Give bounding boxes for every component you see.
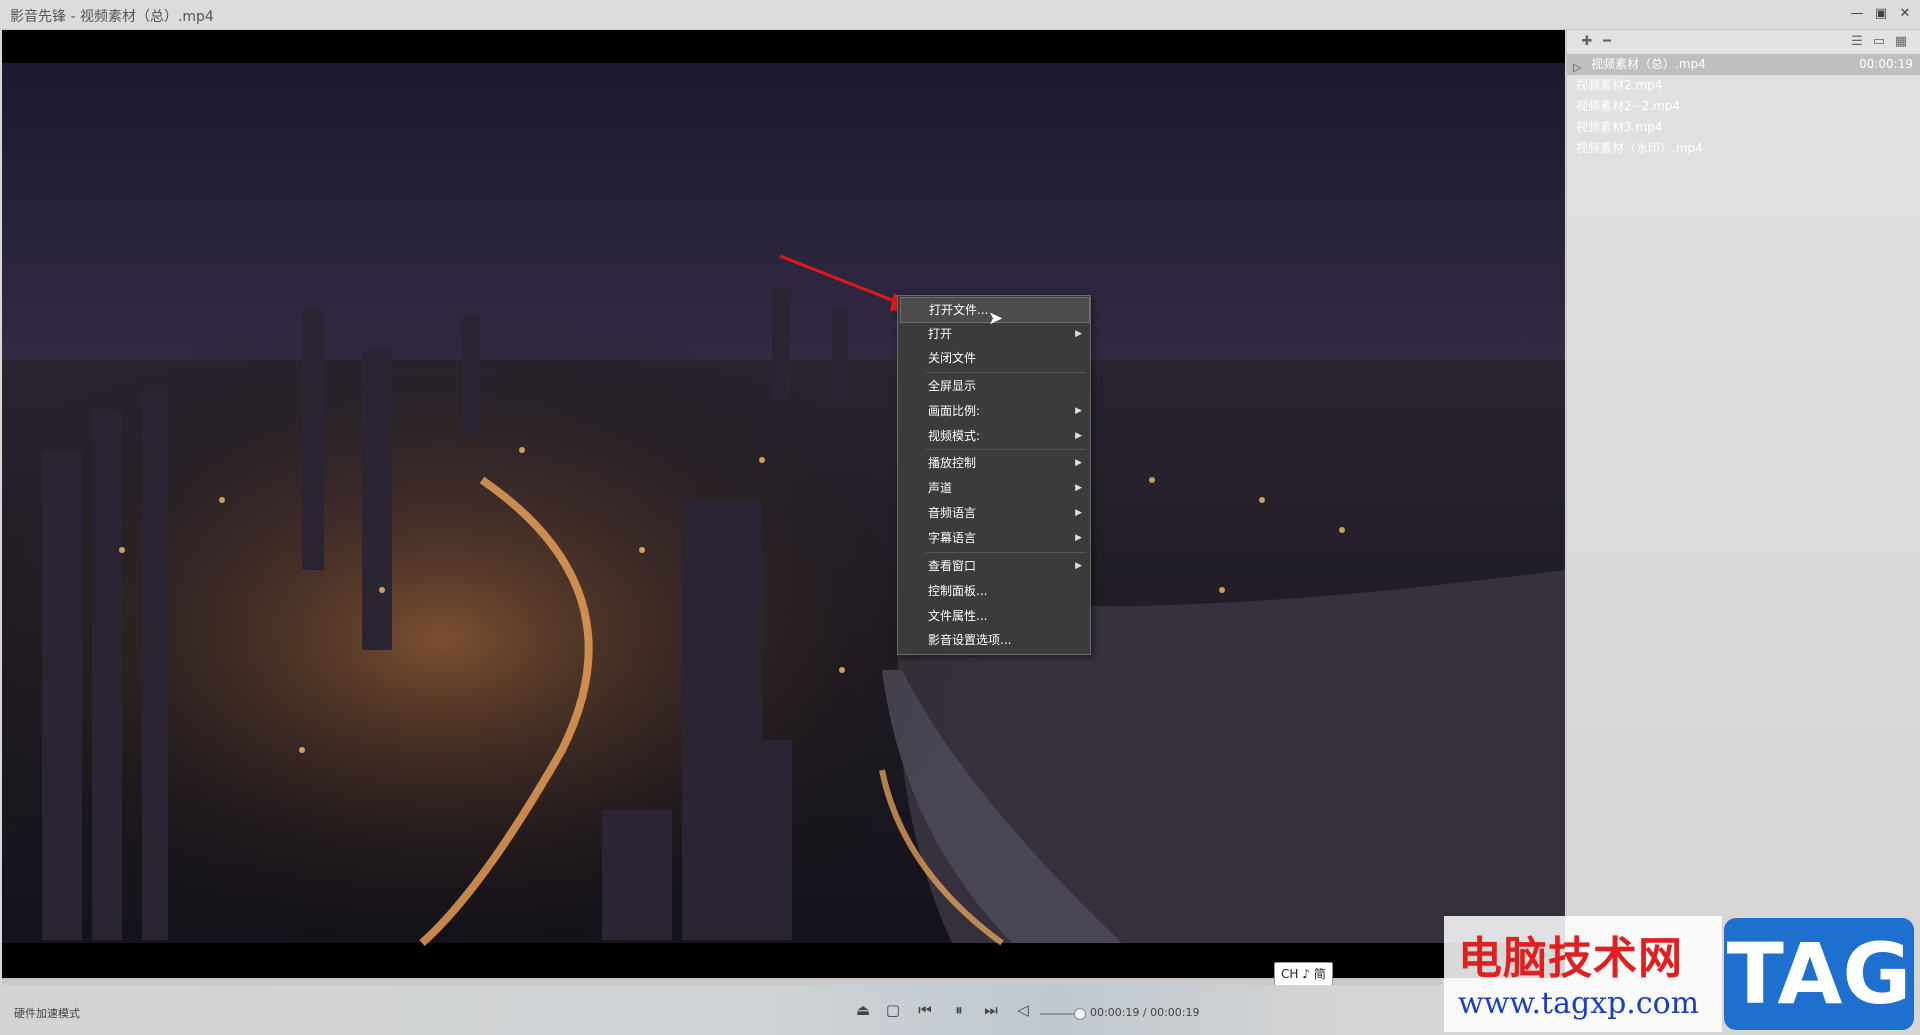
list-view-icon[interactable]: ☰ — [1849, 34, 1865, 50]
screen-icon[interactable]: ▭ — [1871, 34, 1887, 50]
submenu-arrow-icon: ▶ — [1075, 508, 1082, 518]
watermark-tag-logo: TAG — [1724, 918, 1914, 1030]
submenu-arrow-icon: ▶ — [1075, 458, 1082, 468]
submenu-arrow-icon: ▶ — [1075, 329, 1082, 339]
menu-item-file-properties[interactable]: 文件属性... — [900, 604, 1088, 628]
watermark: 电脑技术网 www.tagxp.com TAG — [1444, 916, 1920, 1032]
playlist-item[interactable]: ▷ 视频素材（总）.mp4 00:00:19 — [1567, 54, 1920, 75]
submenu-arrow-icon: ▶ — [1075, 533, 1082, 543]
submenu-arrow-icon: ▶ — [1075, 483, 1082, 493]
menu-item-subtitle-language[interactable]: 字幕语言 ▶ — [900, 526, 1088, 550]
playlist-panel: ✚ ━ ☰ ▭ ▦ ▷ 视频素材（总）.mp4 00:00:19 视频素材2.m… — [1566, 30, 1920, 980]
close-icon[interactable]: ✕ — [1896, 6, 1914, 22]
playlist-item[interactable]: 视频素材2~2.mp4 — [1567, 96, 1920, 117]
menu-item-fullscreen[interactable]: 全屏显示 — [900, 374, 1088, 398]
prev-icon[interactable]: ⏮ — [914, 1000, 936, 1020]
stop-icon[interactable]: ▢ — [882, 1000, 904, 1020]
add-icon[interactable]: ✚ — [1579, 34, 1595, 50]
submenu-arrow-icon: ▶ — [1075, 431, 1082, 441]
menu-item-audio-language[interactable]: 音频语言 ▶ — [900, 501, 1088, 525]
ime-indicator[interactable]: CH ♪ 简 — [1274, 962, 1333, 986]
minimize-icon[interactable]: — — [1848, 6, 1866, 22]
context-menu: 打开文件... 打开 ▶ 关闭文件 全屏显示 画面比例: ▶ 视频模式: ▶ 播放控制… — [897, 295, 1091, 655]
remove-icon[interactable]: ━ — [1599, 34, 1615, 50]
eject-icon[interactable]: ⏏ — [852, 1000, 874, 1020]
timecode: 00:00:19 / 00:00:19 — [1090, 1006, 1200, 1019]
window-title: 影音先锋 - 视频素材（总）.mp4 — [10, 9, 214, 25]
watermark-text-box: 电脑技术网 www.tagxp.com — [1444, 916, 1722, 1032]
video-area[interactable] — [2, 30, 1565, 978]
video-frame — [2, 63, 1565, 946]
menu-item-settings[interactable]: 影音设置选项... — [900, 628, 1088, 652]
submenu-arrow-icon: ▶ — [1075, 406, 1082, 416]
menu-item-video-mode[interactable]: 视频模式: ▶ — [900, 424, 1088, 448]
menu-item-control-panel[interactable]: 控制面板... — [900, 579, 1088, 603]
hw-accel-label[interactable]: 硬件加速模式 — [14, 1005, 80, 1021]
next-icon[interactable]: ⏭ — [980, 1000, 1002, 1020]
mouse-cursor-icon: ➤ — [988, 308, 1004, 329]
title-bar: 影音先锋 - 视频素材（总）.mp4 — ▣ ✕ — [0, 0, 1920, 30]
seek-bar[interactable] — [2, 978, 1442, 985]
menu-item-view-window[interactable]: 查看窗口 ▶ — [900, 554, 1088, 578]
menu-separator — [926, 372, 1086, 373]
menu-item-aspect-ratio[interactable]: 画面比例: ▶ — [900, 399, 1088, 423]
playlist-item[interactable]: 视频素材3.mp4 — [1567, 117, 1920, 138]
menu-separator — [926, 449, 1086, 450]
playlist-toolbar: ✚ ━ ☰ ▭ ▦ — [1567, 30, 1920, 54]
playlist-item[interactable]: 视频素材2.mp4 — [1567, 75, 1920, 96]
menu-item-audio-channel[interactable]: 声道 ▶ — [900, 476, 1088, 500]
submenu-arrow-icon: ▶ — [1075, 561, 1082, 571]
restore-icon[interactable]: ▣ — [1872, 6, 1890, 22]
menu-separator — [926, 552, 1086, 553]
menu-item-playback-control[interactable]: 播放控制 ▶ — [900, 451, 1088, 475]
menu-item-close-file[interactable]: 关闭文件 — [900, 346, 1088, 370]
watermark-url: www.tagxp.com — [1458, 986, 1700, 1021]
volume-knob[interactable] — [1074, 1008, 1086, 1020]
pause-icon[interactable]: ⏸ — [948, 1000, 970, 1020]
playlist-item[interactable]: 视频素材（水印）.mp4 — [1567, 138, 1920, 159]
volume-icon[interactable]: ◁ — [1012, 1000, 1034, 1020]
watermark-cn: 电脑技术网 — [1458, 933, 1683, 984]
grid-view-icon[interactable]: ▦ — [1893, 34, 1909, 50]
